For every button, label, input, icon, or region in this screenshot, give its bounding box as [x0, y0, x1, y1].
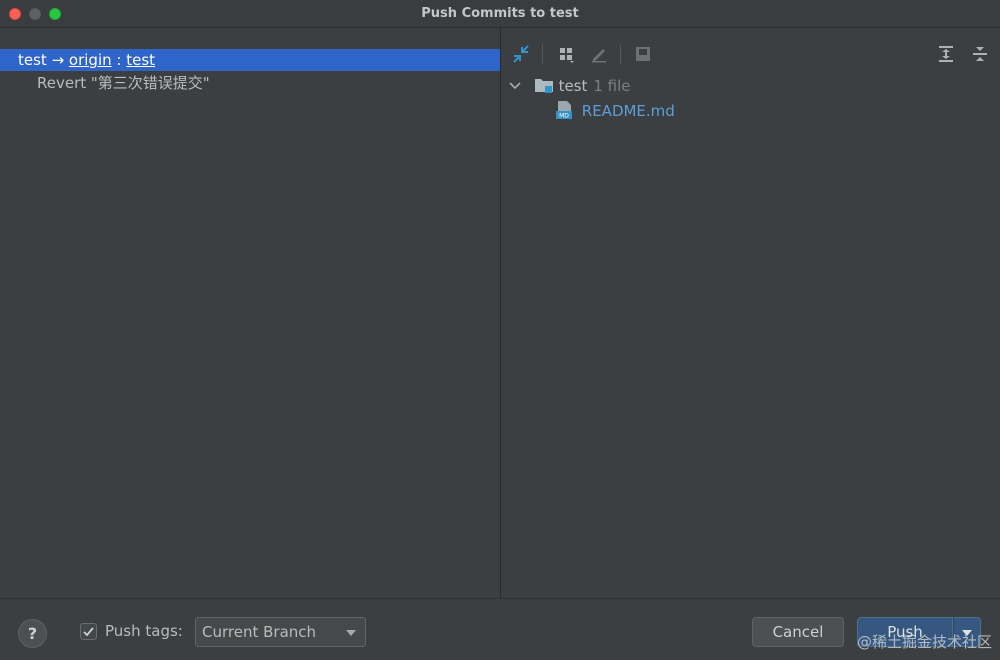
markdown-file-icon: MD — [556, 101, 572, 120]
push-arrow-icon: → — [46, 51, 69, 69]
branch-push-row[interactable]: test → origin : test — [0, 49, 500, 71]
commits-panel: test → origin : test Revert "第三次错误提交" — [0, 28, 500, 598]
remote-name-link[interactable]: origin — [69, 51, 112, 69]
file-count: 1 file — [593, 77, 631, 95]
folder-icon — [534, 79, 553, 93]
edit-source-button[interactable] — [587, 42, 611, 66]
expand-diff-button[interactable] — [509, 42, 533, 66]
expand-diff-icon — [513, 45, 529, 63]
cancel-button[interactable]: Cancel — [752, 617, 844, 647]
edit-source-icon — [592, 49, 606, 63]
local-branch-label: test — [18, 51, 47, 69]
save-icon — [636, 47, 650, 61]
push-tags-label: Push tags: — [105, 622, 183, 640]
help-button[interactable]: ? — [18, 619, 47, 648]
changes-toolbar — [501, 40, 1000, 68]
collapse-all-icon — [973, 47, 987, 61]
remote-branch-link[interactable]: test — [126, 51, 155, 69]
tag-scope-select[interactable]: Current Branch — [195, 617, 366, 647]
branch-separator: : — [111, 51, 127, 69]
commit-item[interactable]: Revert "第三次错误提交" — [37, 72, 210, 94]
push-commits-dialog: Push Commits to test test → origin : tes… — [0, 0, 1000, 660]
checkmark-icon — [83, 627, 94, 637]
group-by-icon — [560, 48, 574, 63]
changes-panel: test 1 file MD README.md — [501, 28, 1000, 598]
tree-folder-row[interactable]: test 1 file — [509, 75, 631, 97]
tree-file-row[interactable]: MD README.md — [555, 100, 675, 122]
push-tags-checkbox[interactable] — [80, 623, 97, 640]
save-button[interactable] — [631, 42, 655, 66]
file-badge: MD — [559, 113, 569, 120]
expand-all-button[interactable] — [934, 42, 958, 66]
watermark: @稀土掘金技术社区 — [856, 633, 992, 651]
group-by-button[interactable] — [554, 42, 578, 66]
title-bar: Push Commits to test — [0, 0, 1000, 28]
file-name[interactable]: README.md — [582, 102, 675, 120]
chevron-down-icon[interactable] — [509, 80, 521, 92]
tag-scope-value: Current Branch — [202, 623, 317, 641]
dialog-footer: ? Push tags: Current Branch Cancel Push … — [0, 598, 1000, 660]
collapse-all-button[interactable] — [968, 42, 992, 66]
expand-all-icon — [939, 46, 953, 62]
folder-name: test — [558, 77, 588, 95]
dropdown-caret-icon — [346, 630, 356, 636]
window-title: Push Commits to test — [421, 6, 579, 21]
